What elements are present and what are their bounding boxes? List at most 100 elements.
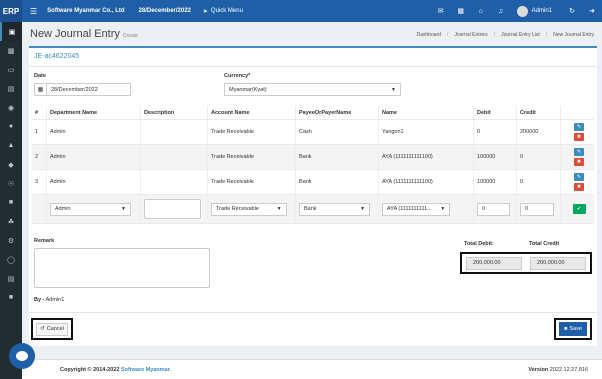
date-value: 28/December/2022 — [51, 86, 98, 93]
refresh-icon[interactable]: ↻ — [562, 7, 582, 15]
row-number: 3 — [32, 170, 47, 194]
add-line-button[interactable]: ✔ — [572, 204, 586, 214]
sidebar-item-box[interactable]: ▤ — [0, 79, 22, 98]
payee-select[interactable]: Bank ▼ — [299, 202, 371, 216]
sidebar-item-user[interactable]: ● — [0, 117, 22, 136]
breadcrumb-current: New Journal Entry — [553, 32, 594, 38]
description-textarea[interactable] — [144, 199, 201, 219]
page-footer: Copyright © 2014-2022 Software Myanmar. … — [22, 359, 602, 379]
undo-icon: ↺ — [40, 326, 45, 332]
chat-bubble-icon — [16, 351, 28, 361]
table-row: 3 Admin Trade Receivable Bank AYA (11111… — [32, 170, 594, 195]
credit-cell: 200000 — [517, 120, 561, 144]
users-icon: ☉ — [7, 180, 15, 188]
cancel-highlight: ↺ Cancel — [31, 318, 73, 340]
account-cell: Trade Receivable — [208, 120, 296, 144]
bell-icon[interactable]: ♫ — [491, 8, 511, 15]
cancel-button[interactable]: ↺ Cancel — [36, 322, 68, 336]
sidebar-item-comment[interactable]: ■ — [0, 288, 22, 307]
home-icon[interactable]: ⌂ — [471, 8, 491, 15]
department-cell: Admin — [47, 120, 141, 144]
remark-textarea[interactable] — [34, 248, 210, 288]
sidebar: ▣ ▩ ▭ ▤ ◉ ● ▲ ◆ ☉ ■ ☘ ⚙ ◯ ▤ ■ — [0, 22, 22, 379]
credit-cell: 0 — [517, 145, 561, 169]
sidebar-item-card[interactable]: ▭ — [0, 60, 22, 79]
table-header-row: # Department Name Description Account Na… — [32, 106, 594, 120]
edit-icon[interactable]: ✎ — [574, 173, 584, 181]
debit-input[interactable]: 0 — [477, 202, 511, 216]
avatar[interactable] — [516, 5, 528, 17]
building-icon: ■ — [8, 199, 14, 206]
user-name[interactable]: Admin1 — [532, 8, 552, 14]
save-button[interactable]: ■ Save — [559, 322, 587, 336]
account-select-value: Trade Receivable — [216, 206, 259, 212]
gear-icon: ⚙ — [7, 237, 15, 245]
chat-icon[interactable]: ✉ — [431, 7, 451, 15]
edit-icon[interactable]: ✎ — [574, 148, 584, 156]
sidebar-item-file[interactable]: ▤ — [0, 269, 22, 288]
delete-icon[interactable]: ✖ — [574, 133, 584, 141]
app-logo[interactable]: ERP — [0, 0, 22, 22]
sidebar-item-building[interactable]: ■ — [0, 193, 22, 212]
name-select[interactable]: AYA (1111111111... ▼ — [382, 202, 451, 216]
name-cell: AYA (1111111111100) — [379, 170, 474, 194]
account-select[interactable]: Trade Receivable ▼ — [211, 202, 287, 216]
department-select[interactable]: Admin ▼ — [50, 202, 131, 216]
edit-icon[interactable]: ✎ — [574, 123, 584, 131]
date-field[interactable]: ▦ 28/December/2022 — [34, 83, 131, 96]
sidebar-item-globe[interactable]: ◉ — [0, 98, 22, 117]
sidebar-item-cart[interactable]: ▲ — [0, 136, 22, 155]
delete-icon[interactable]: ✖ — [574, 158, 584, 166]
quick-menu-label: Quick Menu — [210, 8, 243, 14]
column-header: Credit — [517, 106, 561, 119]
table-row: 2 Admin Trade Receivable Bank AYA (11111… — [32, 145, 594, 170]
breadcrumb-journal-entries[interactable]: Journal Entries — [454, 32, 487, 38]
save-label: Save — [569, 326, 582, 332]
leaf-icon: ☘ — [7, 218, 15, 226]
box-icon: ▤ — [7, 85, 15, 93]
page-subtitle: Create — [122, 33, 138, 39]
grid-icon[interactable]: ▦ — [451, 7, 471, 15]
delete-icon[interactable]: ✖ — [574, 183, 584, 191]
file-icon: ▤ — [7, 275, 15, 283]
page-title: New Journal Entry Create — [30, 28, 138, 40]
sidebar-item-gem[interactable]: ◆ — [0, 155, 22, 174]
credit-input[interactable]: 0 — [520, 202, 554, 216]
chat-widget-button[interactable] — [9, 343, 35, 369]
sidebar-item-leaf[interactable]: ☘ — [0, 212, 22, 231]
breadcrumb-separator: / — [545, 32, 548, 38]
menu-toggle-icon[interactable]: ☰ — [30, 7, 37, 16]
description-cell — [141, 170, 208, 194]
footer-brand-link[interactable]: Software Myanmar. — [121, 367, 171, 373]
cart-icon: ▲ — [7, 142, 15, 149]
sidebar-item-settings[interactable]: ⚙ — [0, 231, 22, 250]
version-label: Version — [528, 366, 549, 373]
name-cell: AYA (1111111111... ▼ — [379, 195, 474, 223]
column-header: # — [32, 106, 47, 119]
account-cell: Trade Receivable — [208, 145, 296, 169]
breadcrumb-journal-entry-list[interactable]: Journal Entry List — [501, 32, 540, 38]
sidebar-item-dashboard[interactable]: ▣ — [0, 22, 22, 41]
debit-cell: 0 — [474, 120, 517, 144]
name-select-value: AYA (1111111111... — [387, 206, 432, 212]
sidebar-item-chart[interactable]: ▩ — [0, 41, 22, 60]
chevron-down-icon: ▼ — [391, 86, 396, 93]
description-cell — [141, 145, 208, 169]
version: Version 2022.12.27.816 — [528, 367, 588, 373]
department-cell: Admin — [47, 170, 141, 194]
total-debit-value: 200,000.00 — [466, 256, 522, 270]
department-select-value: Admin — [55, 206, 71, 212]
currency-select[interactable]: Myanmar(Kyat) ▼ — [224, 83, 401, 96]
dashboard-icon: ▣ — [8, 28, 16, 36]
breadcrumb-dashboard[interactable]: Dashboard — [417, 32, 441, 38]
sidebar-item-users[interactable]: ☉ — [0, 174, 22, 193]
description-cell — [141, 120, 208, 144]
account-cell: Trade Receivable ▼ — [208, 195, 296, 223]
totals-highlight: 200,000.00 200,000.00 — [460, 252, 592, 274]
chevron-down-icon: ▼ — [360, 206, 366, 212]
quick-menu-button[interactable]: ➤ Quick Menu — [203, 8, 243, 15]
logout-icon[interactable]: ➜ — [582, 7, 602, 15]
calendar-icon[interactable]: ▦ — [35, 84, 47, 95]
sidebar-item-shield[interactable]: ◯ — [0, 250, 22, 269]
payee-cell: Bank — [296, 145, 379, 169]
